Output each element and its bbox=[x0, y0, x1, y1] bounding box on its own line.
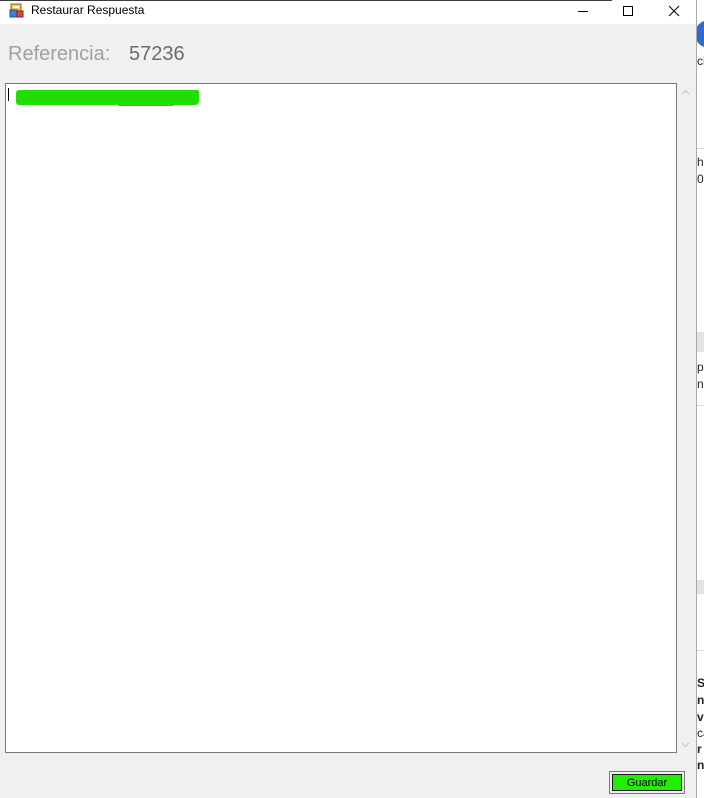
background-window-edge: ci h 03 pc nv S ni vo ca r n bbox=[697, 0, 704, 798]
background-text-fragment: ca bbox=[697, 726, 704, 740]
title-bar[interactable]: Restaurar Respuesta bbox=[0, 0, 696, 24]
close-icon bbox=[668, 5, 679, 17]
background-text-fragment: ni bbox=[697, 693, 704, 707]
vertical-scrollbar[interactable] bbox=[677, 83, 694, 753]
title-bar-edge bbox=[0, 0, 612, 1]
reference-value: 57236 bbox=[129, 43, 185, 65]
chevron-up-icon bbox=[681, 89, 690, 94]
redacted-text-highlight bbox=[16, 90, 199, 106]
text-caret bbox=[8, 88, 9, 101]
background-logo-fragment bbox=[697, 20, 704, 48]
background-text-fragment: S bbox=[697, 676, 704, 690]
close-button[interactable] bbox=[651, 0, 696, 22]
background-text-fragment: nv bbox=[697, 377, 704, 391]
restore-response-dialog: Restaurar Respuesta Referencia: 57236 Gu… bbox=[0, 0, 697, 798]
app-window-icon bbox=[9, 3, 24, 18]
background-band bbox=[697, 332, 704, 352]
background-text-fragment: r bbox=[697, 742, 702, 756]
window-title: Restaurar Respuesta bbox=[31, 3, 145, 17]
background-text-fragment: pc bbox=[697, 360, 704, 374]
background-divider bbox=[697, 148, 704, 149]
scroll-up-button[interactable] bbox=[677, 83, 694, 100]
reference-label: Referencia: bbox=[8, 43, 111, 65]
background-text-fragment: 03 bbox=[697, 172, 704, 186]
maximize-button[interactable] bbox=[605, 0, 650, 22]
background-text-fragment: h bbox=[697, 155, 704, 169]
background-text-fragment: ci bbox=[697, 54, 704, 68]
minimize-icon bbox=[577, 11, 588, 12]
response-text-area[interactable] bbox=[5, 83, 677, 753]
background-text-fragment: n bbox=[697, 758, 704, 772]
background-divider bbox=[697, 650, 704, 651]
minimize-button[interactable] bbox=[560, 0, 605, 22]
background-band bbox=[697, 580, 704, 594]
save-button[interactable]: Guardar bbox=[609, 771, 685, 794]
save-button-label: Guardar bbox=[612, 774, 682, 791]
background-text-fragment: vo bbox=[697, 710, 704, 724]
maximize-icon bbox=[622, 6, 633, 16]
background-divider bbox=[697, 405, 704, 406]
chevron-down-icon bbox=[681, 742, 690, 747]
scroll-down-button[interactable] bbox=[677, 736, 694, 753]
